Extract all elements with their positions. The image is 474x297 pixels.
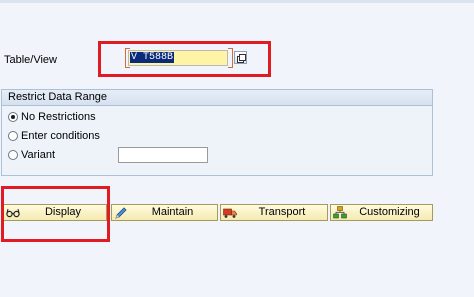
customizing-button[interactable]: Customizing	[330, 204, 433, 221]
truck-icon	[223, 206, 237, 220]
restrict-data-range-group: Restrict Data Range No Restrictions Ente…	[1, 89, 433, 176]
table-view-label: Table/View	[4, 54, 57, 66]
radio-enter-conditions[interactable]: Enter conditions	[8, 130, 100, 142]
transport-button[interactable]: Transport	[220, 204, 328, 221]
customizing-button-label: Customizing	[359, 206, 420, 218]
radio-button[interactable]	[8, 112, 18, 122]
transport-button-label: Transport	[258, 206, 306, 218]
pencil-icon	[114, 206, 128, 220]
radio-button[interactable]	[8, 131, 18, 141]
radio-label: Variant	[21, 149, 56, 161]
top-divider	[0, 0, 474, 3]
hierarchy-icon	[333, 206, 347, 220]
group-title: Restrict Data Range	[2, 90, 432, 106]
radio-no-restrictions[interactable]: No Restrictions	[8, 111, 96, 123]
radio-variant[interactable]: Variant	[8, 149, 55, 161]
annotation-box-display	[1, 186, 110, 242]
maintain-button-label: Maintain	[151, 206, 194, 218]
radio-button[interactable]	[8, 150, 18, 160]
annotation-box-table-view	[98, 41, 271, 77]
maintain-button[interactable]: Maintain	[111, 204, 218, 221]
radio-label: No Restrictions	[21, 111, 96, 123]
radio-label: Enter conditions	[21, 130, 100, 142]
variant-input[interactable]	[118, 147, 208, 163]
